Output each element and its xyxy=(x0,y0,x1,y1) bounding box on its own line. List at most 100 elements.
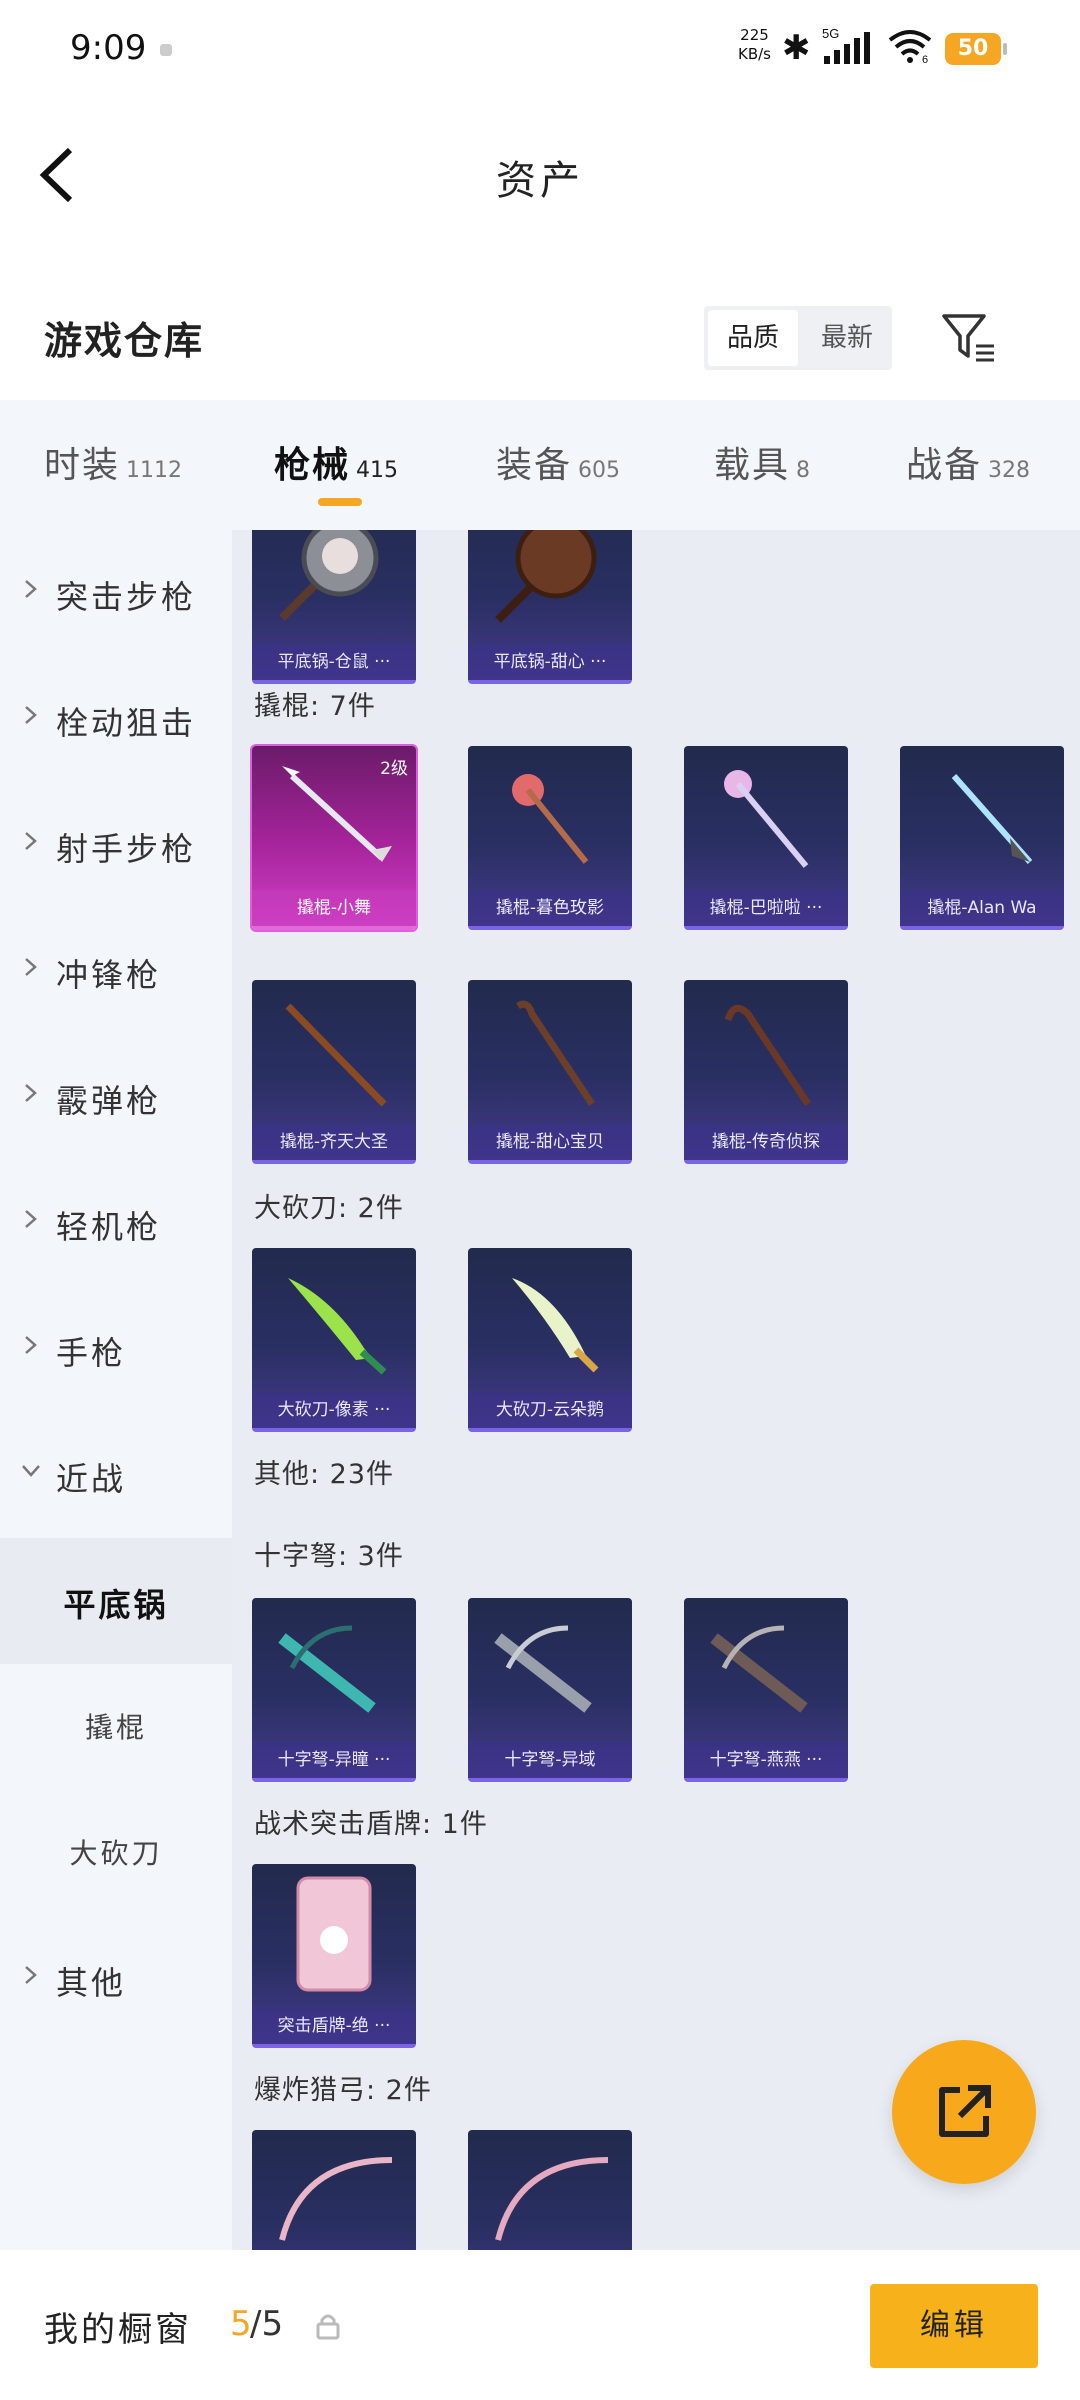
item-name: 撬棍-暮色玫影 xyxy=(468,890,632,926)
network-speed: 225 KB/s xyxy=(738,26,771,64)
item-card[interactable]: 平底锅-仓鼠 ··· xyxy=(252,530,416,684)
sidebar-item-label: 其他 xyxy=(56,1964,127,2002)
crowbar-icon xyxy=(285,1003,387,1107)
section-header-crossbow: 十字弩: 3件 xyxy=(254,1541,404,1572)
section-header-other: 其他: 23件 xyxy=(254,1459,395,1490)
wifi-icon: 6 xyxy=(888,28,932,73)
tab-count: 415 xyxy=(356,458,399,483)
network-type: 5G xyxy=(822,26,839,41)
crossbow-icon xyxy=(494,1625,592,1713)
machete-icon xyxy=(512,1278,599,1373)
tab-count: 8 xyxy=(796,458,811,483)
item-card[interactable]: 大砍刀-云朵鹅 xyxy=(468,1248,632,1432)
item-card[interactable]: 大砍刀-像素 ··· xyxy=(252,1248,416,1432)
edit-button[interactable]: 编辑 xyxy=(870,2284,1038,2368)
tab-fashion[interactable]: 时装 1112 xyxy=(44,436,182,496)
crowbar-icon xyxy=(282,766,392,862)
sidebar-subitem-frying-pan[interactable]: 平底锅 xyxy=(0,1538,232,1664)
share-button[interactable] xyxy=(892,2040,1036,2184)
tab-vehicles[interactable]: 载具 8 xyxy=(714,436,810,496)
sidebar-item-other[interactable]: 其他 xyxy=(0,1916,232,2042)
showcase-label: 我的橱窗 xyxy=(44,2310,192,2350)
item-card[interactable]: 十字弩-异瞳 ··· xyxy=(252,1598,416,1782)
item-grid-area: 平底锅-仓鼠 ··· 平底锅-甜心 ··· 撬棍: 7件 2级 撬棍-小舞 撬棍… xyxy=(232,530,1080,2250)
item-card[interactable]: 撬棍-齐天大圣 xyxy=(252,980,416,1164)
item-card[interactable] xyxy=(468,2130,632,2250)
chevron-right-icon xyxy=(25,1084,37,1102)
item-card[interactable]: 撬棍-暮色玫影 xyxy=(468,746,632,930)
item-card[interactable]: 突击盾牌-绝 ··· xyxy=(252,1864,416,2048)
sidebar-item-label: 平底锅 xyxy=(63,1586,169,1624)
sidebar-item-lmg[interactable]: 轻机枪 xyxy=(0,1160,232,1286)
sort-option-quality[interactable]: 品质 xyxy=(708,310,798,366)
item-card[interactable]: 平底锅-甜心 ··· xyxy=(468,530,632,684)
filter-icon[interactable] xyxy=(940,310,996,366)
status-time: 9:09 xyxy=(70,28,147,68)
crossbow-icon xyxy=(278,1625,376,1713)
frying-pan-icon xyxy=(495,530,597,623)
crowbar-icon xyxy=(724,770,809,868)
sidebar-item-label: 霰弹枪 xyxy=(56,1082,162,1120)
chevron-right-icon xyxy=(25,1210,37,1228)
sidebar-item-label: 撬棍 xyxy=(84,1711,147,1744)
network-speed-value: 225 xyxy=(740,26,769,44)
frying-pan-icon xyxy=(279,530,379,621)
sidebar-subitem-machete[interactable]: 大砍刀 xyxy=(0,1790,232,1916)
cellular-signal-icon: 5G xyxy=(822,26,870,64)
tab-count: 1112 xyxy=(126,458,183,483)
item-card[interactable]: 十字弩-异域 xyxy=(468,1598,632,1782)
item-card[interactable]: 撬棍-传奇侦探 xyxy=(684,980,848,1164)
showcase-count-current: 5 xyxy=(230,2304,252,2344)
item-card[interactable]: 撬棍-甜心宝贝 xyxy=(468,980,632,1164)
chevron-right-icon xyxy=(25,958,37,976)
item-card[interactable]: 撬棍-巴啦啦 ··· xyxy=(684,746,848,930)
tab-equipment[interactable]: 装备 605 xyxy=(496,436,620,496)
lock-icon xyxy=(316,2314,340,2340)
status-bar: 9:09 225 KB/s ✱ 5G 6 50 xyxy=(0,0,1080,100)
item-card[interactable]: 撬棍-Alan Wa xyxy=(900,746,1064,930)
tab-label: 载具 xyxy=(714,445,791,486)
sidebar-item-label: 近战 xyxy=(56,1460,127,1498)
chevron-right-icon xyxy=(25,1336,37,1354)
item-name: 撬棍-巴啦啦 ··· xyxy=(684,890,848,926)
wifi-level: 6 xyxy=(922,54,928,64)
sidebar-item-shotgun[interactable]: 霰弹枪 xyxy=(0,1034,232,1160)
sidebar-item-smg[interactable]: 冲锋枪 xyxy=(0,908,232,1034)
bow-icon xyxy=(279,2157,393,2241)
chevron-right-icon xyxy=(25,706,37,724)
bow-icon xyxy=(495,2157,609,2241)
item-name: 撬棍-小舞 xyxy=(252,890,416,926)
tab-firearms[interactable]: 枪械 415 xyxy=(274,436,399,506)
tab-count: 328 xyxy=(988,458,1031,483)
chevron-down-icon xyxy=(22,1465,40,1477)
item-name: 大砍刀-像素 ··· xyxy=(252,1392,416,1428)
sidebar-item-melee[interactable]: 近战 xyxy=(0,1412,232,1538)
crowbar-icon xyxy=(512,774,589,864)
item-name: 撬棍-传奇侦探 xyxy=(684,1124,848,1160)
item-card[interactable] xyxy=(252,2130,416,2250)
external-link-icon xyxy=(939,2085,991,2137)
battery-indicator: 50 xyxy=(945,33,1007,65)
tab-combat-gear[interactable]: 战备 328 xyxy=(906,436,1030,496)
item-card[interactable]: 十字弩-燕燕 ··· xyxy=(684,1598,848,1782)
weapon-type-sidebar: 突击步枪 栓动狙击 射手步枪 冲锋枪 霰弹枪 轻机枪 手枪 近战 平底锅 撬棍 … xyxy=(0,530,232,2250)
sidebar-item-label: 射手步枪 xyxy=(56,830,197,868)
item-card[interactable]: 2级 撬棍-小舞 xyxy=(252,746,416,930)
network-speed-unit: KB/s xyxy=(738,45,771,63)
sidebar-item-label: 轻机枪 xyxy=(56,1208,162,1246)
item-name: 平底锅-甜心 ··· xyxy=(468,644,632,680)
sort-option-latest[interactable]: 最新 xyxy=(802,306,892,370)
sidebar-item-bolt-sniper[interactable]: 栓动狙击 xyxy=(0,656,232,782)
sidebar-subitem-crowbar[interactable]: 撬棍 xyxy=(0,1664,232,1790)
chevron-right-icon xyxy=(25,1966,37,1984)
category-tabs: 时装 1112 枪械 415 装备 605 载具 8 战备 328 xyxy=(0,400,1080,530)
chevron-right-icon xyxy=(25,832,37,850)
sidebar-item-assault-rifle[interactable]: 突击步枪 xyxy=(0,530,232,656)
sidebar-item-pistol[interactable]: 手枪 xyxy=(0,1286,232,1412)
item-name: 突击盾牌-绝 ··· xyxy=(252,2008,416,2044)
bluetooth-icon: ✱ xyxy=(782,28,811,68)
item-name: 十字弩-异瞳 ··· xyxy=(252,1742,416,1778)
shield-icon xyxy=(296,1876,372,1992)
sidebar-item-marksman-rifle[interactable]: 射手步枪 xyxy=(0,782,232,908)
section-header-crowbar: 撬棍: 7件 xyxy=(254,691,376,722)
